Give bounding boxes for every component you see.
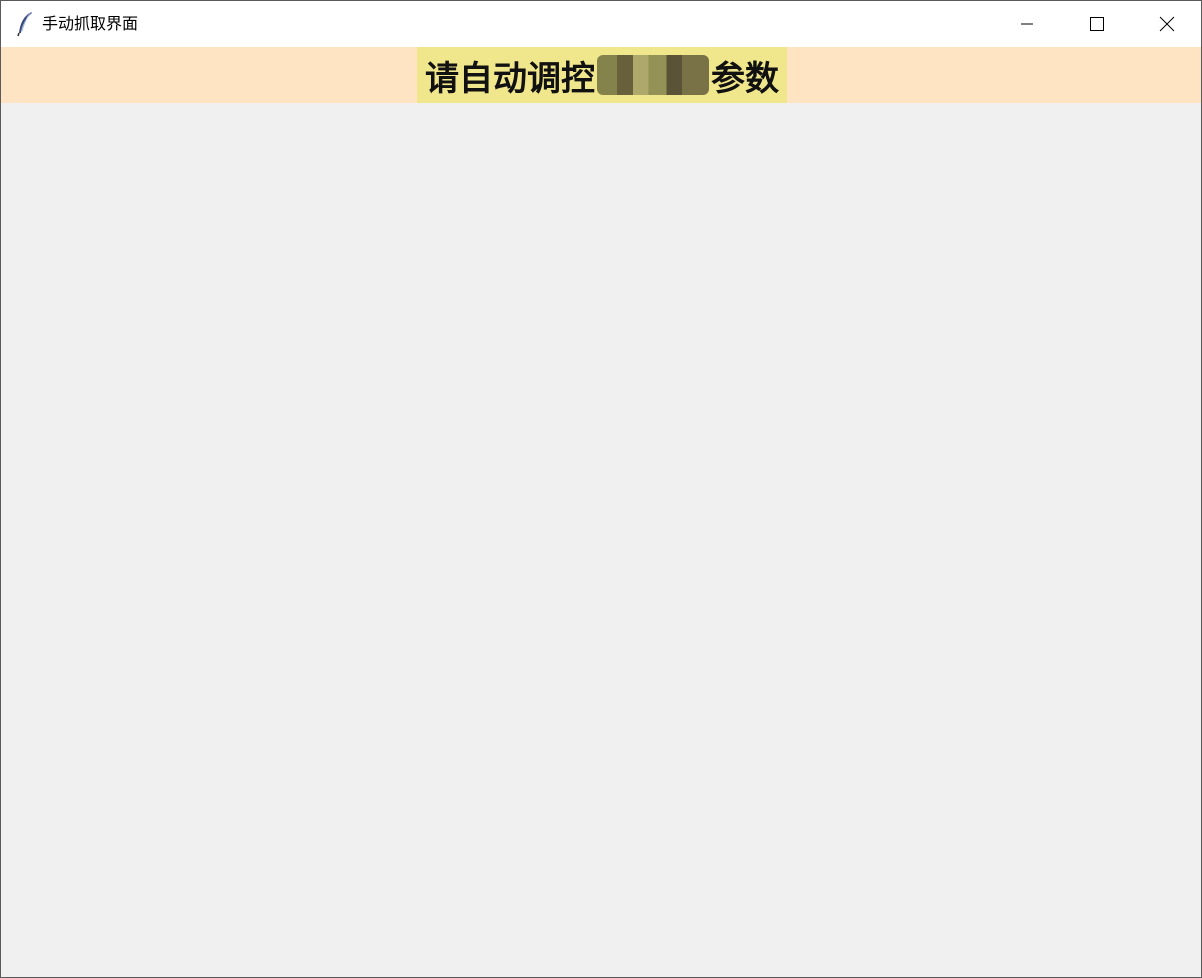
close-icon (1159, 16, 1175, 32)
header-label: 请自动调控 参数 (417, 47, 787, 103)
header-label-prefix: 请自动调控 (425, 58, 595, 99)
header-band: 请自动调控 参数 (1, 47, 1201, 103)
maximize-icon (1089, 16, 1105, 32)
minimize-button[interactable] (992, 1, 1062, 47)
app-window: 手动抓取界面 请自动调控 参数 (0, 0, 1202, 978)
close-button[interactable] (1132, 1, 1201, 47)
minimize-icon (1020, 17, 1034, 31)
header-label-suffix: 参数 (711, 58, 779, 99)
feather-icon (15, 11, 35, 37)
maximize-button[interactable] (1062, 1, 1132, 47)
window-title: 手动抓取界面 (42, 14, 139, 33)
content-area (1, 103, 1201, 977)
title-bar[interactable]: 手动抓取界面 (1, 1, 1201, 47)
redacted-block (597, 55, 709, 95)
